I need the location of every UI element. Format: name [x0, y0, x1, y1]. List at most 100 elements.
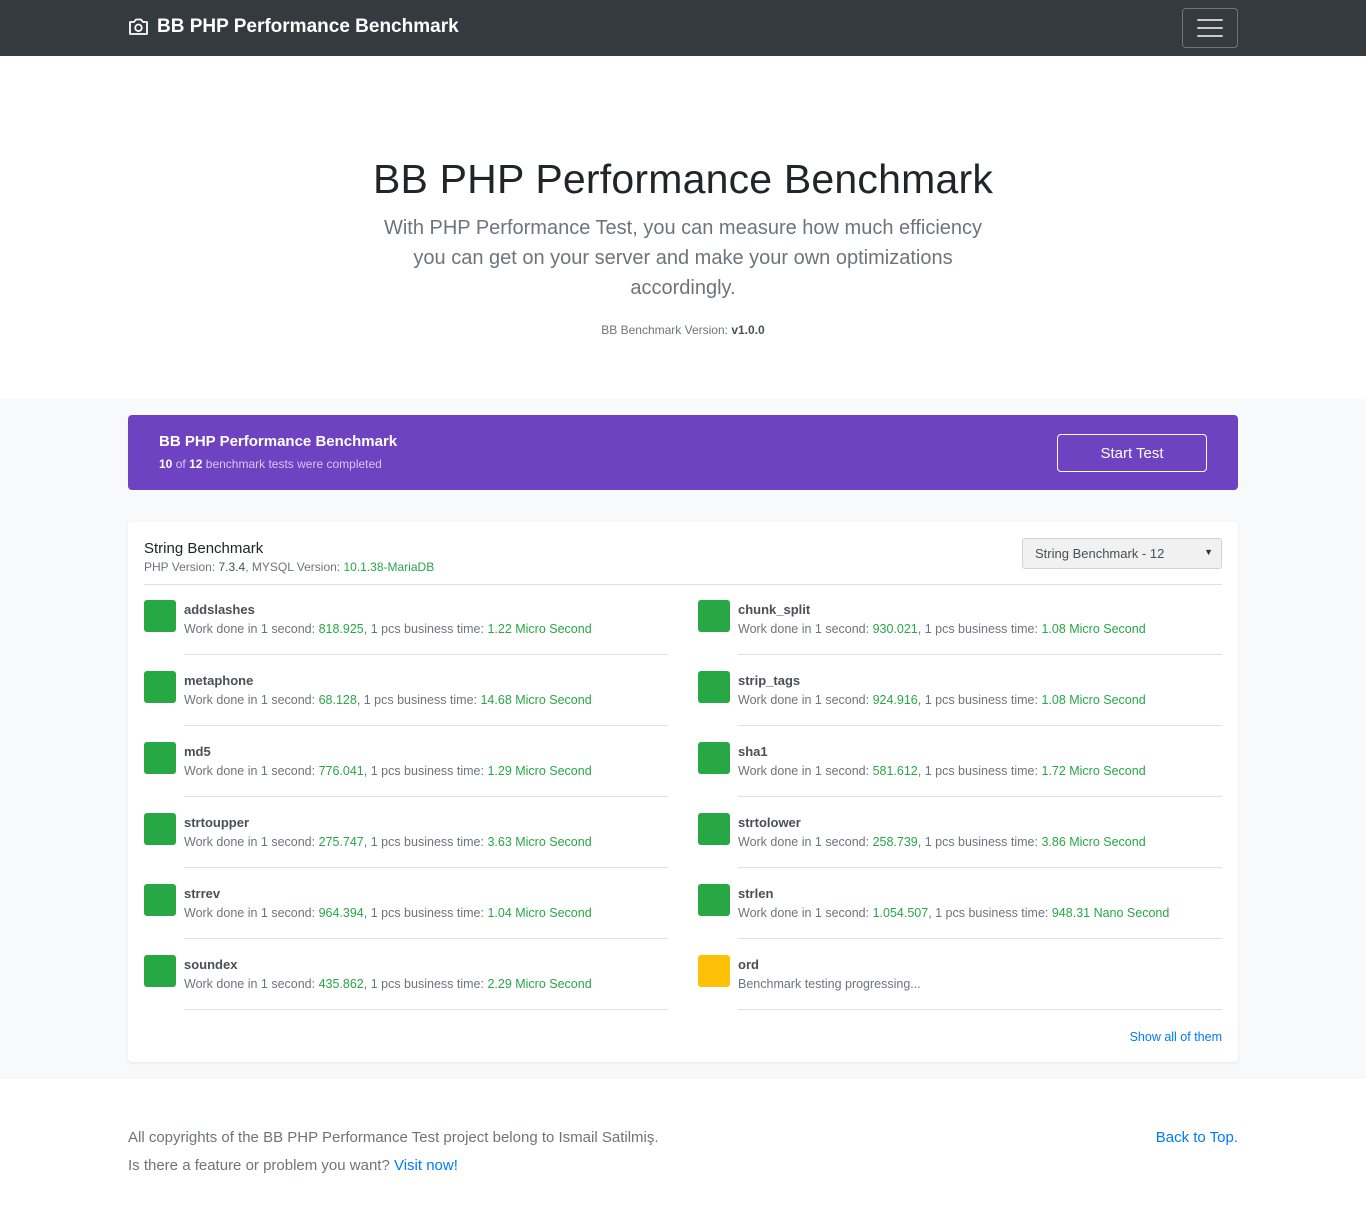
business-time: 1.08 Micro Second [1041, 693, 1146, 707]
benchmark-item-body: soundex Work done in 1 second: 435.862, 1… [184, 955, 668, 1010]
business-time: 3.63 Micro Second [487, 835, 592, 849]
benchmark-item-body: strtoupper Work done in 1 second: 275.747… [184, 813, 668, 868]
benchmark-item: strtolower Work done in 1 second: 258.739… [698, 813, 1222, 884]
status-done-indicator [144, 884, 176, 916]
benchmark-result: Benchmark testing progressing... [738, 977, 921, 991]
benchmark-name: ord [738, 957, 759, 972]
benchmark-item: addslashes Work done in 1 second: 818.925… [144, 600, 668, 671]
status-done-indicator [144, 671, 176, 703]
benchmark-result: Work done in 1 second: 1.054.507, 1 pcs … [738, 906, 1170, 920]
navbar: BB PHP Performance Benchmark [0, 0, 1366, 56]
benchmark-name: sha1 [738, 744, 768, 759]
status-done-indicator [698, 742, 730, 774]
ops-per-second: 924.916 [872, 693, 918, 707]
benchmark-item: ord Benchmark testing progressing... [698, 955, 1222, 1026]
benchmark-name: addslashes [184, 602, 255, 617]
total-count: 12 [189, 457, 203, 471]
business-time: 3.86 Micro Second [1041, 835, 1146, 849]
benchmark-result: Work done in 1 second: 68.128, 1 pcs bus… [184, 693, 592, 707]
card-meta: PHP Version: 7.3.4, MYSQL Version: 10.1.… [144, 560, 435, 574]
benchmark-name: strip_tags [738, 673, 801, 688]
benchmark-result: Work done in 1 second: 964.394, 1 pcs bu… [184, 906, 592, 920]
benchmark-list: addslashes Work done in 1 second: 818.925… [144, 600, 1222, 1026]
benchmark-name: strlen [738, 886, 774, 901]
navbar-brand[interactable]: BB PHP Performance Benchmark [128, 16, 459, 38]
navbar-toggler-button[interactable] [1182, 8, 1238, 48]
benchmark-item-body: md5 Work done in 1 second: 776.041, 1 pcs… [184, 742, 668, 797]
ops-per-second: 818.925 [318, 622, 364, 636]
business-time: 948.31 Nano Second [1051, 906, 1170, 920]
benchmark-item-body: metaphone Work done in 1 second: 68.128, … [184, 671, 668, 726]
php-version: 7.3.4 [218, 560, 246, 574]
ops-per-second: 258.739 [872, 835, 918, 849]
caret-down-icon: ▼ [1204, 547, 1213, 557]
benchmark-result: Work done in 1 second: 776.041, 1 pcs bu… [184, 764, 592, 778]
ops-per-second: 964.394 [318, 906, 364, 920]
benchmark-result: Work done in 1 second: 581.612, 1 pcs bu… [738, 764, 1146, 778]
visit-now-link[interactable]: Visit now! [394, 1157, 458, 1174]
benchmark-item: chunk_split Work done in 1 second: 930.02… [698, 600, 1222, 671]
benchmark-item: sha1 Work done in 1 second: 581.612, 1 pc… [698, 742, 1222, 813]
benchmark-item-body: strtolower Work done in 1 second: 258.739… [738, 813, 1222, 868]
business-time: 1.29 Micro Second [487, 764, 592, 778]
status-done-indicator [698, 813, 730, 845]
ops-per-second: 930.021 [872, 622, 918, 636]
benchmark-item-body: chunk_split Work done in 1 second: 930.02… [738, 600, 1222, 655]
benchmark-item: md5 Work done in 1 second: 776.041, 1 pcs… [144, 742, 668, 813]
hero: BB PHP Performance Benchmark With PHP Pe… [0, 56, 1366, 399]
benchmark-item-body: ord Benchmark testing progressing... [738, 955, 1222, 1010]
business-time: 14.68 Micro Second [480, 693, 592, 707]
ops-per-second: 275.747 [318, 835, 364, 849]
benchmark-name: strtolower [738, 815, 801, 830]
hero-title: BB PHP Performance Benchmark [372, 156, 994, 202]
show-all-link[interactable]: Show all of them [1130, 1030, 1222, 1044]
footer: All copyrights of the BB PHP Performance… [0, 1079, 1366, 1230]
status-progress-indicator [698, 955, 730, 987]
mysql-version: 10.1.38-MariaDB [343, 560, 435, 574]
benchmark-version: BB Benchmark Version: v1.0.0 [0, 323, 1366, 337]
benchmark-item: metaphone Work done in 1 second: 68.128, … [144, 671, 668, 742]
benchmark-item-body: addslashes Work done in 1 second: 818.925… [184, 600, 668, 655]
progress-banner: BB PHP Performance Benchmark 10 of 12 be… [128, 415, 1238, 490]
status-done-indicator [698, 671, 730, 703]
string-benchmark-card: String Benchmark PHP Version: 7.3.4, MYS… [128, 522, 1238, 1062]
benchmark-name: soundex [184, 957, 238, 972]
status-done-indicator [144, 955, 176, 987]
status-done-indicator [144, 600, 176, 632]
benchmark-name: strrev [184, 886, 221, 901]
benchmark-result: Work done in 1 second: 258.739, 1 pcs bu… [738, 835, 1146, 849]
benchmark-item-body: strip_tags Work done in 1 second: 924.916… [738, 671, 1222, 726]
ops-per-second: 776.041 [318, 764, 364, 778]
start-test-button[interactable]: Start Test [1057, 434, 1207, 472]
card-header: String Benchmark PHP Version: 7.3.4, MYS… [144, 540, 434, 574]
camera-icon [129, 18, 148, 35]
benchmark-result: Work done in 1 second: 930.021, 1 pcs bu… [738, 622, 1146, 636]
banner-title: BB PHP Performance Benchmark [159, 433, 398, 450]
ops-per-second: 68.128 [318, 693, 357, 707]
status-done-indicator [698, 600, 730, 632]
business-time: 1.22 Micro Second [487, 622, 592, 636]
footer-feedback: Is there a feature or problem you want? … [128, 1157, 458, 1174]
benchmark-item: strlen Work done in 1 second: 1.054.507, … [698, 884, 1222, 955]
brand-label: BB PHP Performance Benchmark [157, 16, 459, 37]
benchmark-item-body: sha1 Work done in 1 second: 581.612, 1 pc… [738, 742, 1222, 797]
status-done-indicator [698, 884, 730, 916]
benchmark-name: chunk_split [738, 602, 811, 617]
business-time: 1.04 Micro Second [487, 906, 592, 920]
benchmark-select[interactable]: String Benchmark - 12 ▼ [1022, 538, 1222, 569]
completed-count: 10 [159, 457, 173, 471]
status-done-indicator [144, 813, 176, 845]
version-value: v1.0.0 [731, 323, 765, 337]
benchmark-item: strtoupper Work done in 1 second: 275.747… [144, 813, 668, 884]
card-divider [144, 584, 1222, 585]
business-time: 1.08 Micro Second [1041, 622, 1146, 636]
ops-per-second: 435.862 [318, 977, 364, 991]
benchmark-item: strrev Work done in 1 second: 964.394, 1 … [144, 884, 668, 955]
ops-per-second: 1.054.507 [872, 906, 929, 920]
hamburger-menu-icon [1197, 19, 1223, 21]
status-done-indicator [144, 742, 176, 774]
benchmark-name: metaphone [184, 673, 254, 688]
footer-copyright: All copyrights of the BB PHP Performance… [128, 1129, 659, 1146]
version-label: BB Benchmark Version: [601, 323, 728, 337]
back-to-top-link[interactable]: Back to Top. [1156, 1129, 1238, 1146]
